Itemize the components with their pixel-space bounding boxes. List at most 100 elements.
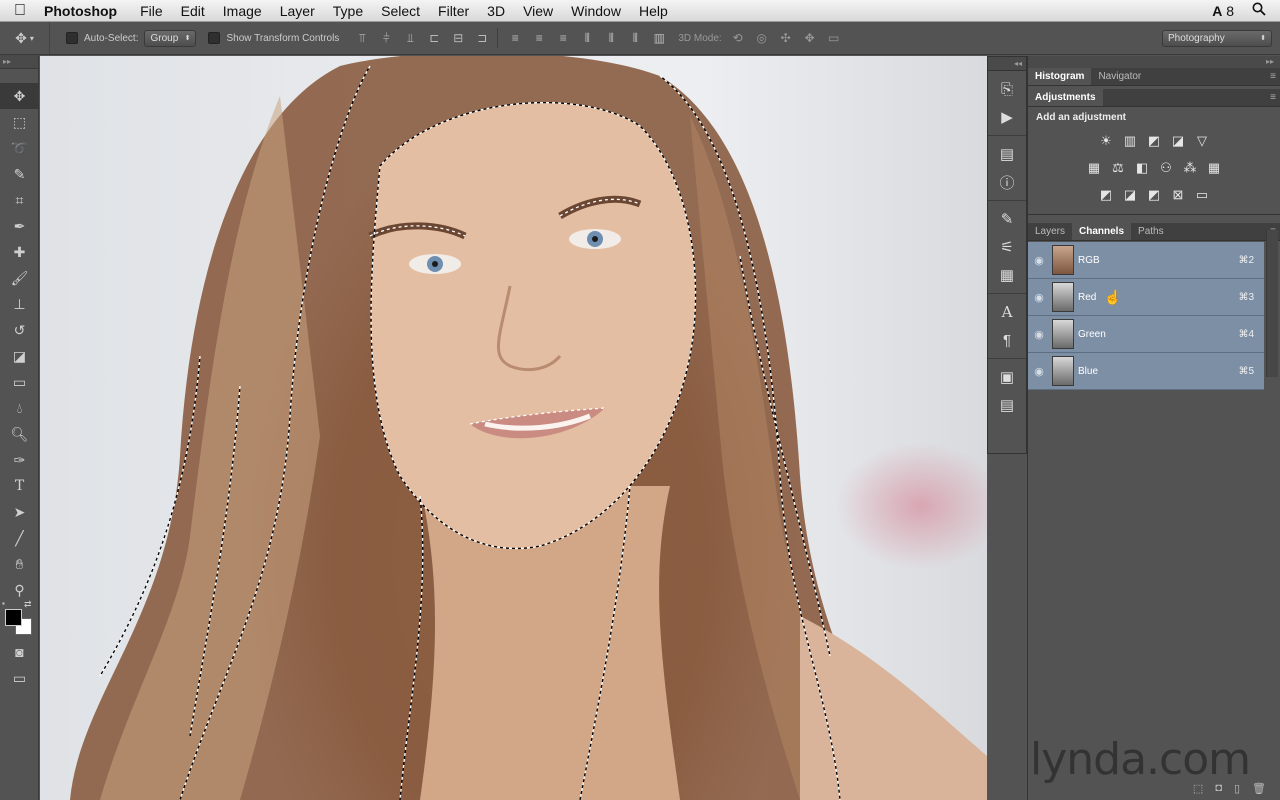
tool-preset-picker[interactable]: ✥ ▾ (0, 22, 50, 54)
crop-tool-icon[interactable]: ⌗ (0, 187, 39, 213)
auto-select-dropdown[interactable]: Group ⬍ (144, 29, 197, 47)
character-panel-icon[interactable]: A (988, 298, 1026, 326)
3d-rotate-icon[interactable]: ⟲ (730, 30, 746, 46)
history-panel-icon[interactable]: ⎘ (988, 75, 1026, 103)
history-brush-tool-icon[interactable]: ↺ (0, 317, 39, 343)
info-panel-icon[interactable]: ⓘ (988, 168, 1026, 196)
brush-panel-icon[interactable]: ⚟ (988, 233, 1026, 261)
line-tool-icon[interactable]: ╱ (0, 525, 39, 551)
channel-mixer-icon[interactable]: ⁂ (1182, 160, 1198, 176)
brightness-contrast-icon[interactable]: ☀ (1098, 133, 1114, 149)
levels-icon[interactable]: ▥ (1122, 133, 1138, 149)
move-tool-icon[interactable]: ✥ (0, 83, 39, 109)
curves-icon[interactable]: ◩ (1146, 133, 1162, 149)
eye-icon[interactable]: ◉ (1028, 365, 1050, 378)
eraser-tool-icon[interactable]: ◪ (0, 343, 39, 369)
black-white-icon[interactable]: ◧ (1134, 160, 1150, 176)
marquee-tool-icon[interactable]: ⬚ (0, 109, 39, 135)
dodge-tool-icon[interactable]: 🔍︎ (0, 421, 39, 447)
menu-image[interactable]: Image (214, 0, 271, 22)
channel-row-green[interactable]: ◉ Green ⌘4 (1028, 316, 1264, 353)
tab-layers[interactable]: Layers (1028, 223, 1072, 240)
distribute-hcenter-icon[interactable]: ⦀ (602, 29, 620, 47)
tab-channels[interactable]: Channels (1072, 223, 1132, 240)
eye-icon[interactable]: ◉ (1028, 328, 1050, 341)
paragraph-panel-icon[interactable]: ¶ (988, 326, 1026, 354)
channels-scrollbar[interactable] (1266, 230, 1278, 377)
dock-collapse-button[interactable]: ▸▸ (1028, 56, 1280, 68)
tab-histogram[interactable]: Histogram (1028, 68, 1092, 85)
auto-select-checkbox[interactable] (66, 32, 78, 44)
tools-collapse-button[interactable]: ▸▸ (0, 55, 38, 69)
document-canvas[interactable] (40, 56, 987, 800)
distribute-right-icon[interactable]: ⦀ (626, 29, 644, 47)
screen-mode-icon[interactable]: ▭ (0, 665, 39, 691)
menu-3d[interactable]: 3D (478, 0, 514, 22)
healing-brush-tool-icon[interactable]: ✚ (0, 239, 39, 265)
distribute-vcenter-icon[interactable]: ≡ (530, 29, 548, 47)
selective-color-icon[interactable]: ⊠ (1170, 187, 1186, 203)
align-right-icon[interactable]: ⊐ (473, 29, 491, 47)
tab-paths[interactable]: Paths (1131, 223, 1171, 240)
distribute-left-icon[interactable]: ⦀ (578, 29, 596, 47)
distribute-top-icon[interactable]: ≡ (506, 29, 524, 47)
eye-icon[interactable]: ◉ (1028, 291, 1050, 304)
blur-tool-icon[interactable]: 💧︎ (0, 395, 39, 421)
eyedropper-tool-icon[interactable]: ✒ (0, 213, 39, 239)
hue-saturation-icon[interactable]: ▦ (1086, 160, 1102, 176)
align-hcenter-icon[interactable]: ⊟ (449, 29, 467, 47)
color-lookup-icon[interactable]: ▦ (1206, 160, 1222, 176)
channel-row-red[interactable]: ◉ Red ☝ ⌘3 (1028, 279, 1264, 316)
brush-tool-icon[interactable]: 🖌︎ (0, 265, 39, 291)
adobe-status[interactable]: A 8 (1212, 0, 1234, 22)
gradient-tool-icon[interactable]: ▭ (0, 369, 39, 395)
channel-row-blue[interactable]: ◉ Blue ⌘5 (1028, 353, 1264, 390)
strip-collapse-button[interactable]: ◂◂ (988, 57, 1026, 71)
swap-colors-icon[interactable]: ⇄ (24, 599, 32, 610)
align-bottom-icon[interactable]: ⫫ (401, 29, 419, 47)
3d-slide-icon[interactable]: ✥ (802, 30, 818, 46)
color-balance-icon[interactable]: ⚖ (1110, 160, 1126, 176)
paragraph-styles-panel-icon[interactable]: ▤ (988, 391, 1026, 419)
3d-pan-icon[interactable]: ✣ (778, 30, 794, 46)
lasso-tool-icon[interactable]: ➰ (0, 135, 39, 161)
workspace-dropdown[interactable]: Photography ⬍ (1162, 29, 1272, 47)
foreground-color-swatch[interactable] (5, 609, 22, 626)
brush-presets-panel-icon[interactable]: ✎ (988, 205, 1026, 233)
trash-icon[interactable]: 🗑︎ (1252, 782, 1266, 795)
tab-navigator[interactable]: Navigator (1091, 68, 1148, 85)
invert-icon[interactable]: ◩ (1098, 187, 1114, 203)
menu-help[interactable]: Help (630, 0, 677, 22)
menu-file[interactable]: File (131, 0, 172, 22)
menu-filter[interactable]: Filter (429, 0, 478, 22)
3d-roll-icon[interactable]: ◎ (754, 30, 770, 46)
menu-select[interactable]: Select (372, 0, 429, 22)
actions-panel-icon[interactable]: ▶ (988, 103, 1026, 131)
auto-align-icon[interactable]: ▥ (650, 29, 668, 47)
distribute-bottom-icon[interactable]: ≡ (554, 29, 572, 47)
type-tool-icon[interactable]: T (0, 473, 39, 499)
align-left-icon[interactable]: ⊏ (425, 29, 443, 47)
gradient-map-icon[interactable]: ▭ (1194, 187, 1210, 203)
eye-icon[interactable]: ◉ (1028, 254, 1050, 267)
3d-scale-icon[interactable]: ▭ (826, 30, 842, 46)
menu-edit[interactable]: Edit (172, 0, 214, 22)
menu-window[interactable]: Window (562, 0, 630, 22)
photo-filter-icon[interactable]: ⚇ (1158, 160, 1174, 176)
apple-icon[interactable]:  (0, 2, 40, 20)
quick-selection-tool-icon[interactable]: ✎ (0, 161, 39, 187)
clone-stamp-tool-icon[interactable]: ⊥ (0, 291, 39, 317)
vibrance-icon[interactable]: ▽ (1194, 133, 1210, 149)
panel-menu-icon[interactable]: ≡ (1270, 68, 1276, 86)
transform-controls-checkbox[interactable] (208, 32, 221, 44)
panel-menu-icon[interactable]: ≡ (1270, 89, 1276, 107)
exposure-icon[interactable]: ◪ (1170, 133, 1186, 149)
hand-tool-icon[interactable]: ✋︎ (0, 551, 39, 577)
tab-adjustments[interactable]: Adjustments (1028, 89, 1103, 106)
channel-row-rgb[interactable]: ◉ RGB ⌘2 (1028, 242, 1264, 279)
posterize-icon[interactable]: ◪ (1122, 187, 1138, 203)
pen-tool-icon[interactable]: ✑ (0, 447, 39, 473)
menu-type[interactable]: Type (324, 0, 372, 22)
character-styles-panel-icon[interactable]: ▣ (988, 363, 1026, 391)
clone-source-panel-icon[interactable]: ▦ (988, 261, 1026, 289)
